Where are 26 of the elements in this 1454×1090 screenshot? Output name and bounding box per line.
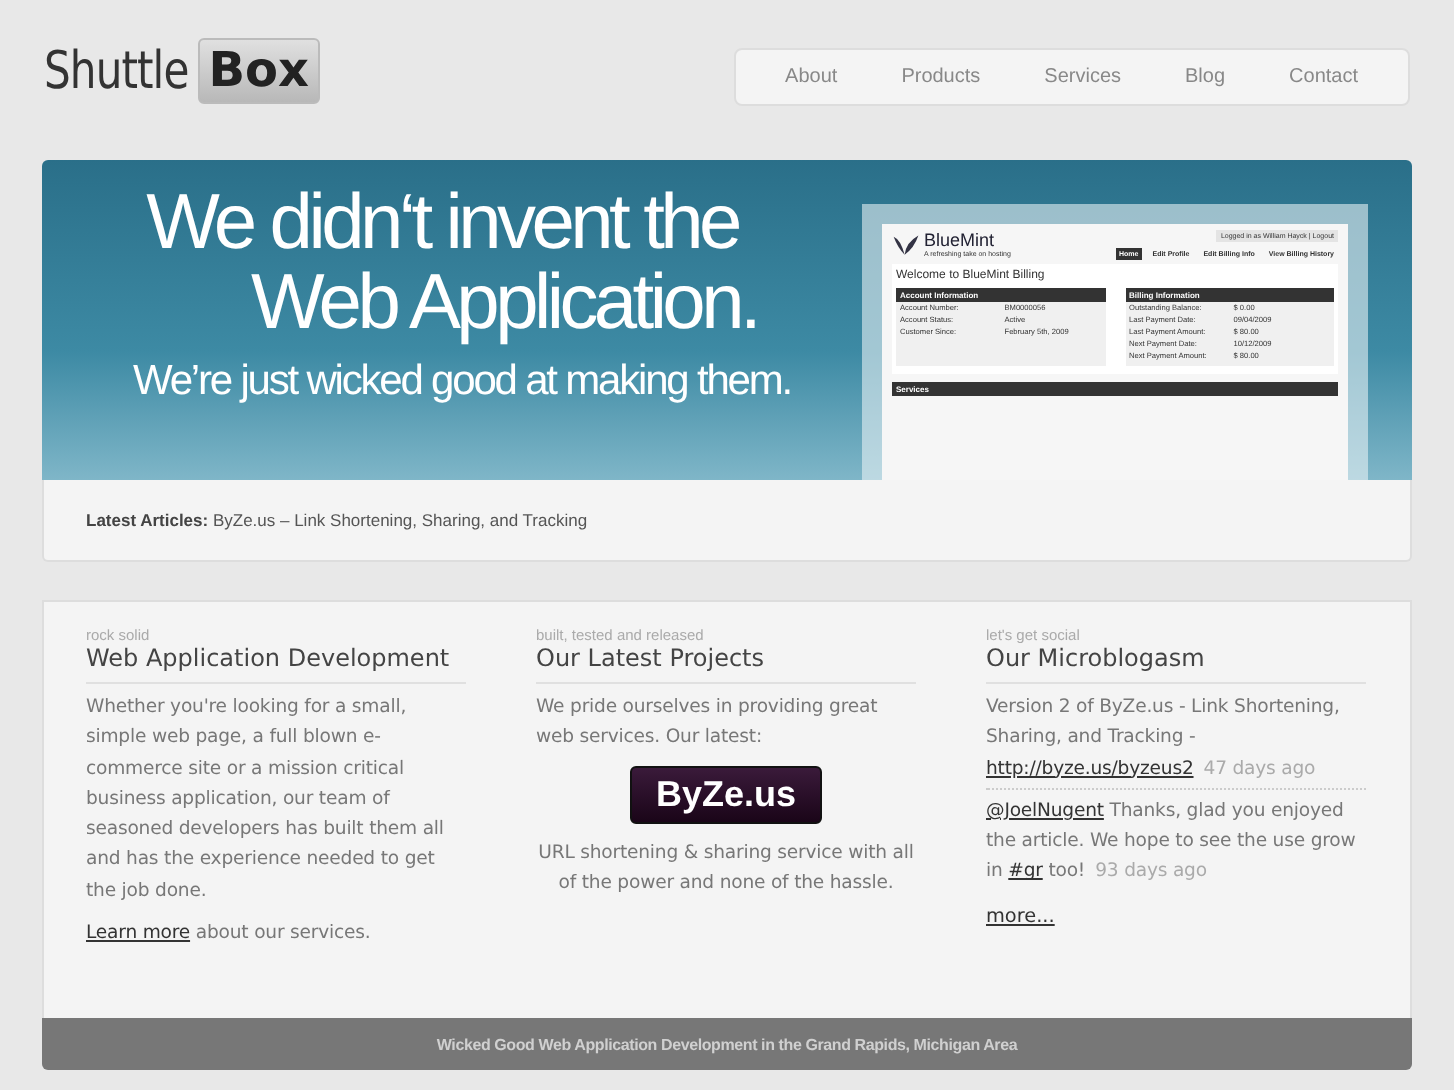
post-link[interactable]: http://byze.us/byzeus2 [986,757,1194,780]
post-time: 47 days ago [1203,757,1316,780]
learn-more-sentence: Learn more about our services. [86,920,373,949]
byzeus-logo-button[interactable]: ByZe.us [629,765,823,824]
column-title: Web Application Development [86,644,466,684]
banner-tagline: We’re just wicked good at making them. [131,358,793,406]
banner-headline: Web Application. [249,264,759,344]
footer-text: Wicked Good Web Application Development in the Grand Rapids, Michigan Area [436,1035,1018,1053]
banner-headline: We didn‘t invent the [144,184,741,264]
latest-articles-text[interactable]: Latest Articles: ByZe.us – Link Shortening, Sharing, and Tracking [86,510,588,530]
column-paragraph: Whether you're looking for a small, simple web page, a full blown e-commerce site or a mission critical business application, our team of seasoned developers has built them all and has the experience needed to get the job done. [86,694,446,906]
learn-more-link[interactable]: Learn more [86,922,191,945]
column-paragraph: We pride ourselves in providing great web services. Our latest: [536,694,880,753]
logo-badge[interactable]: Box [198,38,320,104]
post-time: 93 days ago [1095,860,1207,883]
column-title: Our Latest Projects [536,644,916,684]
project-caption: URL shortening & sharing service with all of the power and none of the hassle. [536,839,916,898]
post-link[interactable]: @JoelNugent [986,799,1104,822]
microblog-post: Version 2 of ByZe.us - Link Shortening, Sharing, and Tracking - http://byze.us/byzeus2 47 days ago [986,694,1342,784]
logo-text[interactable]: Shuttle [44,41,189,101]
microblog-post: @JoelNugent Thanks, glad you enjoyed the article. We hope to see the use grow in #gr too! 93 days ago [986,797,1358,887]
leaf-logo-icon [892,234,920,256]
post-link[interactable]: #gr [1008,860,1043,883]
app-brand: BlueMint [924,232,997,250]
column-title: Our Microblogasm [986,644,1366,684]
more-link[interactable]: more... [986,905,1055,928]
